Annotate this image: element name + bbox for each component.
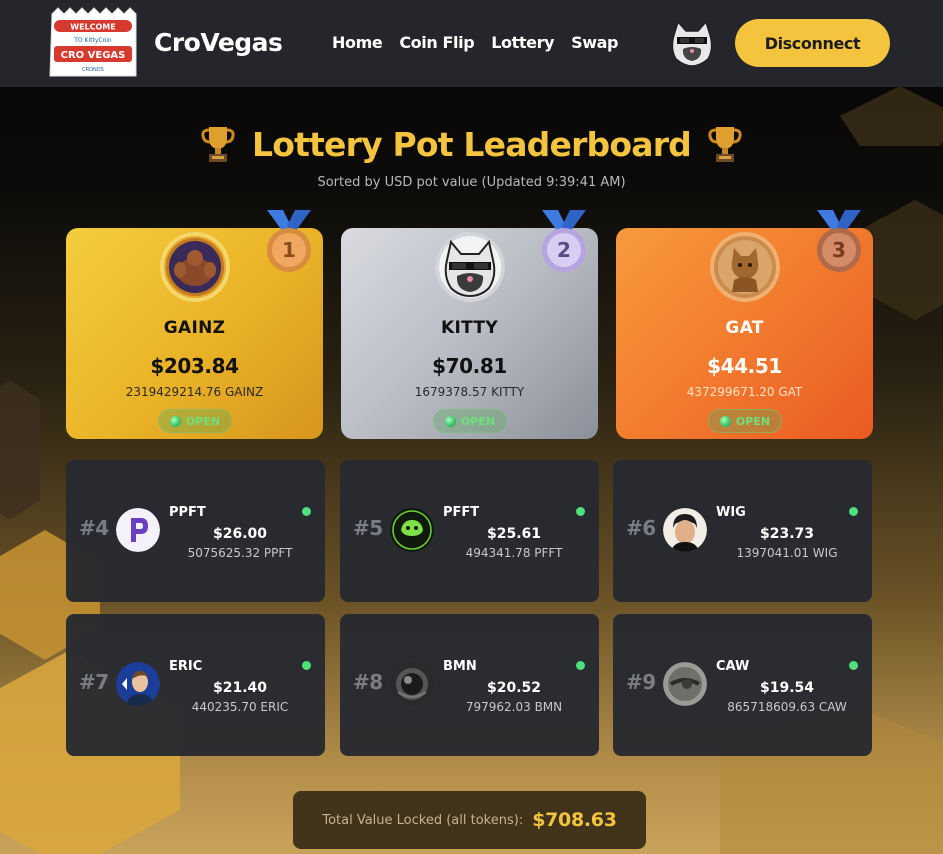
- eric-token-image: [116, 662, 160, 706]
- status-dot-icon: [719, 415, 731, 427]
- hexagon-decoration: [0, 380, 40, 520]
- rank-label: #7: [79, 670, 109, 694]
- pot-usd-value: $26.00: [212, 526, 268, 542]
- ppft-token-image: [116, 508, 160, 552]
- nav-home[interactable]: Home: [332, 33, 383, 52]
- pot-usd-value: $19.54: [759, 680, 815, 696]
- rank-number: 3: [832, 238, 846, 262]
- pfft-token-image: [390, 508, 434, 552]
- token-name: GAT: [725, 318, 764, 338]
- page-title-text: Lottery Pot Leaderboard: [251, 124, 692, 164]
- nav-swap[interactable]: Swap: [571, 33, 618, 52]
- top-card-kitty[interactable]: 2 KITTY $70.81 1679378.57 KITTY OPEN: [341, 210, 598, 439]
- pot-token-amount: 1397041.01 WIG: [736, 546, 838, 560]
- status-dot-icon: [169, 415, 181, 427]
- status-badge: OPEN: [158, 409, 232, 433]
- token-name: KITTY: [441, 318, 498, 338]
- rank-number: 2: [557, 238, 571, 262]
- status-label: OPEN: [460, 414, 496, 428]
- pot-token-amount: 437299671.20 GAT: [686, 385, 803, 399]
- pot-usd-value: $25.61: [486, 526, 542, 542]
- pot-usd-value: $44.51: [707, 354, 782, 378]
- rank-label: #4: [79, 516, 109, 540]
- crovegas-logo[interactable]: WELCOME TO KittyCoin CRO VEGAS CRONOS: [48, 6, 138, 80]
- rank-label: #5: [353, 516, 383, 540]
- main-nav: Home Coin Flip Lottery Swap: [332, 33, 635, 52]
- pot-usd-value: $23.73: [759, 526, 815, 542]
- leaderboard-card-caw[interactable]: #9 CAW $19.54 865718609.63 CAW: [613, 614, 872, 756]
- kitty-token-image: [435, 232, 505, 302]
- token-name: BMN: [443, 659, 477, 674]
- gainz-token-image: [160, 232, 230, 302]
- leaderboard-card-bmn[interactable]: #8 BMN $20.52 797962.03 BMN: [340, 614, 599, 756]
- top-card-gat[interactable]: 3 GAT $44.51 437299671.20 GAT OPEN: [616, 210, 873, 439]
- status-badge: OPEN: [433, 409, 507, 433]
- leaderboard-card-wig[interactable]: #6 WIG $23.73 1397041.01 WIG: [613, 460, 872, 602]
- gat-token-image: [710, 232, 780, 302]
- pot-usd-value: $21.40: [212, 680, 268, 696]
- status-open-dot: [849, 507, 858, 516]
- status-open-dot: [302, 661, 311, 670]
- status-label: OPEN: [735, 414, 771, 428]
- leaderboard-card-eric[interactable]: #7 ERIC $21.40 440235.70 ERIC: [66, 614, 325, 756]
- leaderboard-card-pfft[interactable]: #5 PFFT $25.61 494341.78 PFFT: [340, 460, 599, 602]
- rank-number: 1: [282, 238, 296, 262]
- rank-label: #9: [626, 670, 656, 694]
- svg-text:TO KittyCoin: TO KittyCoin: [73, 37, 112, 44]
- token-name: WIG: [716, 505, 746, 520]
- pot-token-amount: 5075625.32 PPFT: [187, 546, 293, 560]
- pot-token-amount: 2319429214.76 GAINZ: [125, 385, 264, 399]
- pot-token-amount: 440235.70 ERIC: [191, 700, 289, 714]
- trophy-icon: [708, 127, 742, 162]
- token-name: ERIC: [169, 659, 203, 674]
- token-name: GAINZ: [163, 318, 226, 338]
- pot-token-amount: 865718609.63 CAW: [727, 700, 847, 714]
- wig-token-image: [663, 508, 707, 552]
- status-badge: OPEN: [708, 409, 782, 433]
- status-open-dot: [576, 507, 585, 516]
- pot-usd-value: $20.52: [486, 680, 542, 696]
- svg-text:CRONOS: CRONOS: [82, 67, 104, 73]
- svg-text:CRO VEGAS: CRO VEGAS: [61, 50, 126, 61]
- status-open-dot: [302, 507, 311, 516]
- nav-lottery[interactable]: Lottery: [491, 33, 554, 52]
- status-open-dot: [849, 661, 858, 670]
- pot-token-amount: 1679378.57 KITTY: [414, 385, 525, 399]
- pot-usd-value: $70.81: [432, 354, 507, 378]
- disconnect-button[interactable]: Disconnect: [735, 19, 890, 67]
- leaderboard-title-row: Lottery Pot Leaderboard: [0, 124, 943, 168]
- status-open-dot: [576, 661, 585, 670]
- tvl-label: Total Value Locked (all tokens):: [322, 812, 524, 828]
- pot-token-amount: 494341.78 PFFT: [465, 546, 563, 560]
- svg-text:WELCOME: WELCOME: [70, 23, 115, 32]
- brand-name[interactable]: CroVegas: [154, 28, 283, 57]
- status-label: OPEN: [185, 414, 221, 428]
- token-name: CAW: [716, 659, 750, 674]
- rank-label: #8: [353, 670, 383, 694]
- top-card-gainz[interactable]: 1 GAINZ $203.84 2319429214.76 GAINZ OPEN: [66, 210, 323, 439]
- token-name: PFFT: [443, 505, 480, 520]
- pot-token-amount: 797962.03 BMN: [465, 700, 563, 714]
- page-title: Lottery Pot Leaderboard: [200, 124, 743, 164]
- caw-token-image: [663, 662, 707, 706]
- token-name: PPFT: [169, 505, 206, 520]
- tvl-value: $708.63: [532, 809, 617, 831]
- wallet-avatar[interactable]: [668, 19, 716, 67]
- nav-coin-flip[interactable]: Coin Flip: [399, 33, 474, 52]
- bmn-token-image: [390, 662, 434, 706]
- trophy-icon: [201, 127, 235, 162]
- status-dot-icon: [444, 415, 456, 427]
- rank-label: #6: [626, 516, 656, 540]
- leaderboard-card-ppft[interactable]: #4 PPFT $26.00 5075625.32 PPFT: [66, 460, 325, 602]
- pot-usd-value: $203.84: [150, 354, 239, 378]
- total-value-locked-panel: Total Value Locked (all tokens): $708.63: [293, 791, 646, 849]
- sort-info: Sorted by USD pot value (Updated 9:39:41…: [317, 175, 626, 190]
- top-navbar: WELCOME TO KittyCoin CRO VEGAS CRONOS Cr…: [0, 0, 943, 87]
